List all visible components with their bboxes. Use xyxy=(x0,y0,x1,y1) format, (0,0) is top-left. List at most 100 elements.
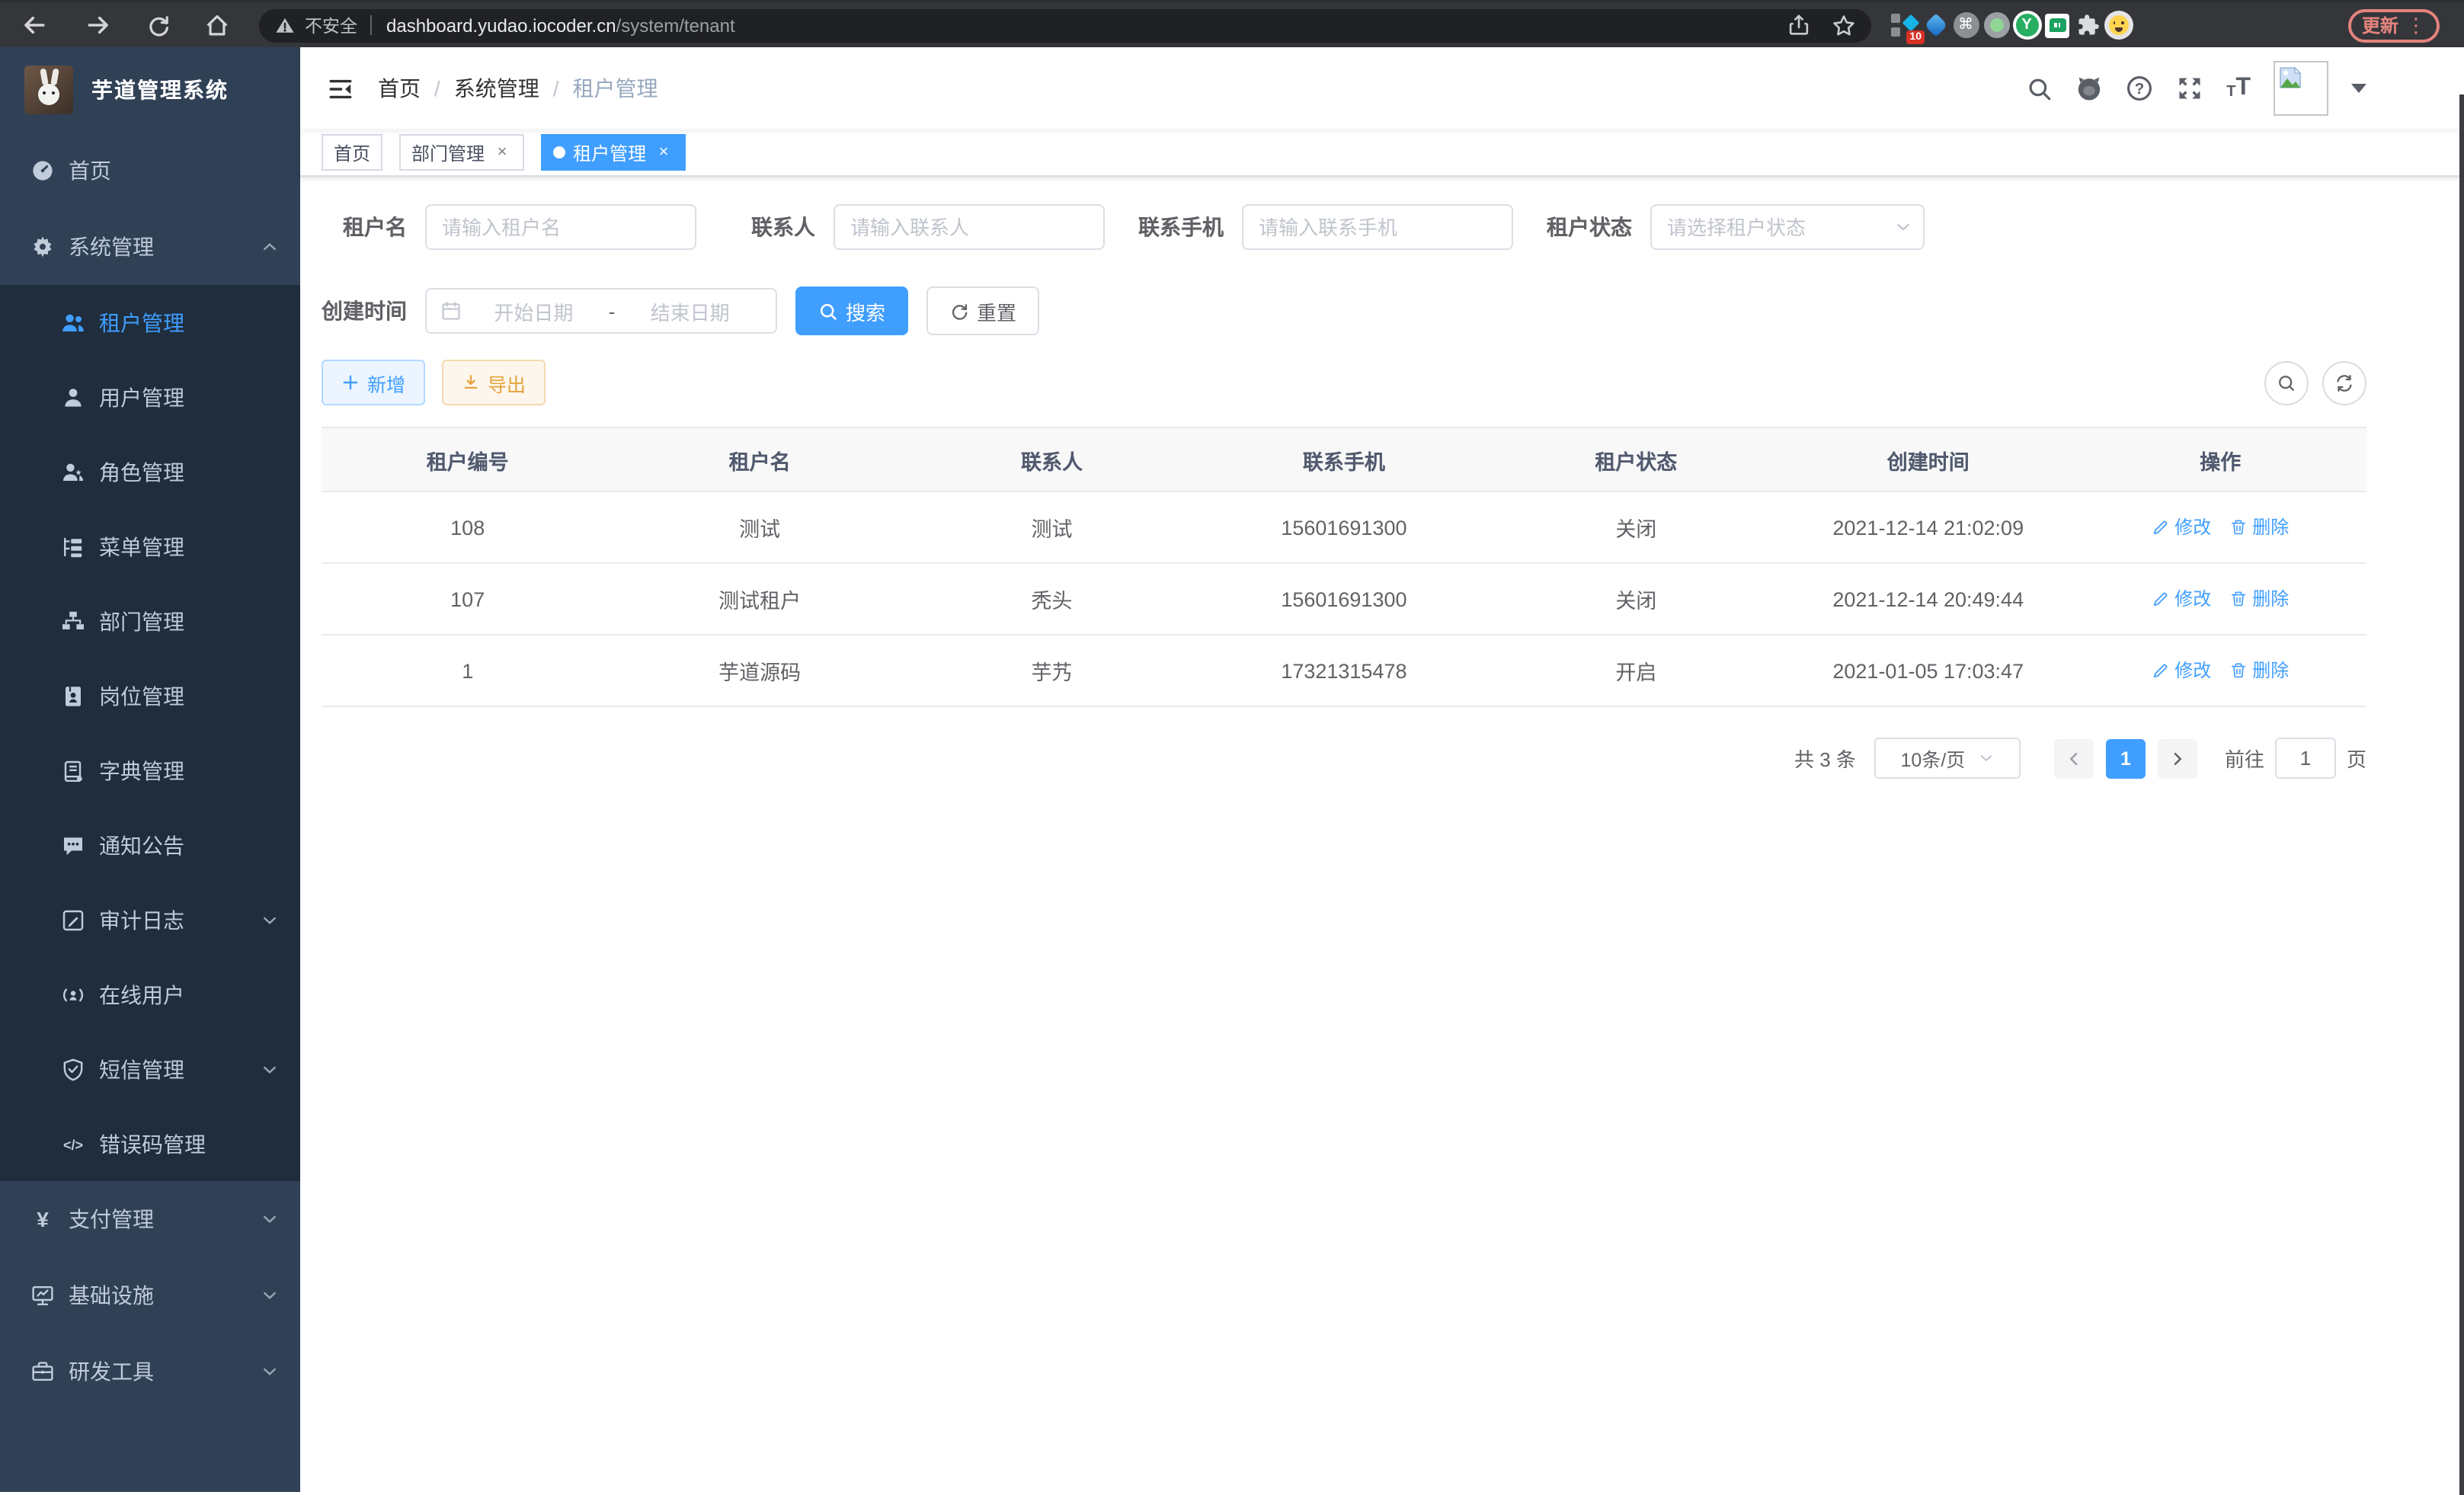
sidebar-item-menu[interactable]: 菜单管理 xyxy=(0,509,300,584)
status-select[interactable] xyxy=(1650,204,1925,250)
sidebar-item-infrastructure[interactable]: 基础设施 xyxy=(0,1257,300,1333)
tenant-table: 租户编号 租户名 联系人 联系手机 租户状态 创建时间 操作 108 测试 xyxy=(322,427,2366,707)
sidebar-item-dept[interactable]: 部门管理 xyxy=(0,584,300,658)
breadcrumb-home[interactable]: 首页 xyxy=(378,73,421,104)
reload-icon[interactable] xyxy=(140,7,177,43)
top-navbar: 首页 / 系统管理 / 租户管理 ? xyxy=(300,47,2464,130)
sidebar-item-label: 基础设施 xyxy=(69,1280,154,1311)
tag-close-icon[interactable]: × xyxy=(654,142,674,162)
sidebar-item-home[interactable]: 首页 xyxy=(0,133,300,209)
header-search-icon[interactable] xyxy=(2025,75,2053,102)
sidebar-item-label: 审计日志 xyxy=(99,904,184,935)
sidebar-item-label: 用户管理 xyxy=(99,382,184,412)
svg-text:?: ? xyxy=(2135,81,2144,98)
plus-icon xyxy=(341,373,360,392)
avatar-dropdown-caret-icon[interactable] xyxy=(2351,84,2366,93)
edit-link[interactable]: 修改 xyxy=(2152,586,2211,612)
browser-update-button[interactable]: 更新 ⋮ xyxy=(2348,8,2440,42)
current-page-button[interactable]: 1 xyxy=(2106,738,2146,778)
github-icon[interactable] xyxy=(2075,75,2103,102)
tag-dept[interactable]: 部门管理 × xyxy=(399,134,524,171)
mobile-input[interactable] xyxy=(1242,204,1513,250)
cell-mobile: 17321315478 xyxy=(1198,635,1490,706)
add-button[interactable]: 新增 xyxy=(322,360,425,405)
bookmark-star-icon[interactable] xyxy=(1832,13,1856,37)
forward-icon[interactable] xyxy=(79,7,116,43)
balloon-extension-icon[interactable] xyxy=(1920,8,1950,42)
end-date-placeholder: 结束日期 xyxy=(618,296,762,325)
help-icon[interactable]: ? xyxy=(2126,75,2153,102)
calendar-icon xyxy=(440,300,462,322)
command-extension-icon[interactable]: ⌘ xyxy=(1950,8,1981,42)
edit-pencil-icon xyxy=(2152,661,2170,680)
next-page-button[interactable] xyxy=(2158,738,2197,778)
url-host: dashboard.yudao.iocoder.cn xyxy=(386,14,616,36)
search-button[interactable]: 搜索 xyxy=(795,287,908,335)
page-size-select[interactable]: 10条/页 xyxy=(1874,738,2021,779)
tag-label: 部门管理 xyxy=(411,139,485,165)
profile-avatar-icon[interactable] xyxy=(2103,8,2133,42)
download-icon xyxy=(462,373,480,392)
delete-link[interactable]: 删除 xyxy=(2229,658,2289,683)
user-avatar[interactable] xyxy=(2274,61,2328,116)
sidebar-item-role[interactable]: 角色管理 xyxy=(0,434,300,509)
sidebar-collapse-icon[interactable] xyxy=(328,75,354,101)
sidebar-item-pay[interactable]: ¥ 支付管理 xyxy=(0,1181,300,1257)
sidebar-item-online-user[interactable]: 在线用户 xyxy=(0,957,300,1032)
font-size-icon[interactable]: TT xyxy=(2226,76,2251,101)
reset-button[interactable]: 重置 xyxy=(926,287,1039,335)
fullscreen-icon[interactable] xyxy=(2176,75,2203,102)
sidebar-item-label: 支付管理 xyxy=(69,1204,154,1234)
home-icon[interactable] xyxy=(198,7,235,43)
prev-page-button[interactable] xyxy=(2054,738,2094,778)
goto-page-input[interactable] xyxy=(2275,738,2336,779)
sidebar-item-notice[interactable]: 通知公告 xyxy=(0,808,300,882)
refresh-cycle-icon xyxy=(2334,373,2354,392)
sidebar-item-devtools[interactable]: 研发工具 xyxy=(0,1333,300,1410)
app-logo-row[interactable]: 芋道管理系统 xyxy=(0,47,300,133)
sidebar-item-sms[interactable]: 短信管理 xyxy=(0,1032,300,1106)
security-label: 不安全 xyxy=(305,13,357,37)
cell-status: 关闭 xyxy=(1490,491,1782,563)
edit-link[interactable]: 修改 xyxy=(2152,514,2211,540)
sidebar-item-system[interactable]: 系统管理 xyxy=(0,209,300,285)
cell-created: 2021-12-14 20:49:44 xyxy=(1782,563,2074,635)
chat-extension-icon[interactable] xyxy=(2042,8,2072,42)
create-time-range-picker[interactable]: 开始日期 - 结束日期 xyxy=(425,288,777,334)
sidebar-item-tenant[interactable]: 租户管理 xyxy=(0,285,300,360)
sidebar-item-error-code[interactable]: </> 错误码管理 xyxy=(0,1106,300,1181)
browser-menu-dots-icon[interactable]: ⋮ xyxy=(2406,13,2426,37)
delete-link[interactable]: 删除 xyxy=(2229,514,2289,540)
refresh-table-button[interactable] xyxy=(2322,360,2366,405)
recorder-extension-icon[interactable] xyxy=(1981,8,2011,42)
search-button-label: 搜索 xyxy=(846,296,885,325)
contact-input[interactable] xyxy=(834,204,1105,250)
column-header: 操作 xyxy=(2074,427,2366,491)
toggle-search-button[interactable] xyxy=(2264,360,2309,405)
url-bar[interactable]: 不安全 dashboard.yudao.iocoder.cn/system/te… xyxy=(259,8,1871,42)
tag-home[interactable]: 首页 xyxy=(322,134,382,171)
active-tag-dot xyxy=(553,146,565,158)
tag-close-icon[interactable]: × xyxy=(492,142,512,162)
reset-button-label: 重置 xyxy=(977,296,1016,325)
sidebar-item-post[interactable]: 岗位管理 xyxy=(0,658,300,733)
back-icon[interactable] xyxy=(15,7,52,43)
yudao-extension-icon[interactable]: Y xyxy=(2011,8,2042,42)
extension-collection-icon[interactable]: 10 xyxy=(1890,8,1920,42)
edit-link[interactable]: 修改 xyxy=(2152,658,2211,683)
puzzle-extensions-icon[interactable] xyxy=(2072,8,2103,42)
sidebar-item-label: 错误码管理 xyxy=(99,1128,206,1159)
sms-shield-icon xyxy=(61,1057,85,1081)
cell-mobile: 15601691300 xyxy=(1198,491,1490,563)
sidebar-item-audit-log[interactable]: 审计日志 xyxy=(0,882,300,957)
cell-actions: 修改删除 xyxy=(2074,491,2366,563)
tag-tenant[interactable]: 租户管理 × xyxy=(541,134,686,171)
sidebar-item-user[interactable]: 用户管理 xyxy=(0,360,300,434)
sidebar-item-dict[interactable]: 字典管理 xyxy=(0,733,300,808)
delete-link[interactable]: 删除 xyxy=(2229,586,2289,612)
error-code-icon: </> xyxy=(61,1132,85,1156)
tenant-name-input[interactable] xyxy=(425,204,696,250)
breadcrumb-system[interactable]: 系统管理 xyxy=(454,73,539,104)
export-button[interactable]: 导出 xyxy=(442,360,546,405)
share-icon[interactable] xyxy=(1787,14,1810,37)
